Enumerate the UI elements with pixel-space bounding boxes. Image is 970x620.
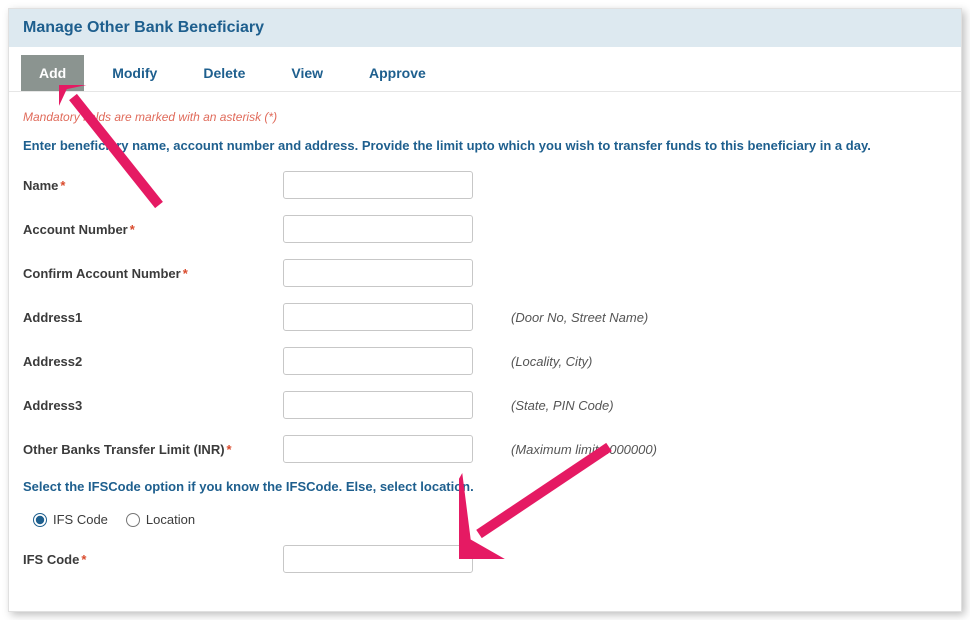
input-address3[interactable] (283, 391, 473, 419)
label-address1: Address1 (23, 310, 283, 325)
input-account[interactable] (283, 215, 473, 243)
page-title: Manage Other Bank Beneficiary (23, 19, 947, 37)
hint-address1: (Door No, Street Name) (511, 310, 648, 325)
hint-address2: (Locality, City) (511, 354, 592, 369)
row-account: Account Number* (23, 215, 947, 243)
label-address3: Address3 (23, 398, 283, 413)
radio-location-label: Location (146, 512, 195, 527)
form-content: Mandatory fields are marked with an aste… (9, 92, 961, 611)
mandatory-note: Mandatory fields are marked with an aste… (23, 110, 947, 124)
input-address2[interactable] (283, 347, 473, 375)
input-confirm-account[interactable] (283, 259, 473, 287)
tab-approve[interactable]: Approve (351, 55, 444, 91)
hint-limit: (Maximum limit:1000000) (511, 442, 657, 457)
required-mark: * (60, 178, 65, 193)
row-limit: Other Banks Transfer Limit (INR)* (Maxim… (23, 435, 947, 463)
tab-view[interactable]: View (273, 55, 341, 91)
row-address2: Address2 (Locality, City) (23, 347, 947, 375)
radio-ifs-code-input[interactable] (33, 513, 47, 527)
label-ifs-code: IFS Code* (23, 552, 283, 567)
instruction-text: Enter beneficiary name, account number a… (23, 138, 947, 153)
input-name[interactable] (283, 171, 473, 199)
required-mark: * (183, 266, 188, 281)
input-limit[interactable] (283, 435, 473, 463)
required-mark: * (227, 442, 232, 457)
radio-ifs-code-label: IFS Code (53, 512, 108, 527)
radio-group-ifsc: IFS Code Location (33, 512, 947, 527)
label-limit-text: Other Banks Transfer Limit (INR) (23, 442, 225, 457)
header-bar: Manage Other Bank Beneficiary (9, 9, 961, 47)
tab-bar: Add Modify Delete View Approve (9, 47, 961, 92)
tab-delete[interactable]: Delete (185, 55, 263, 91)
label-account: Account Number* (23, 222, 283, 237)
row-ifs-code: IFS Code* (23, 545, 947, 573)
label-confirm-text: Confirm Account Number (23, 266, 181, 281)
ifsc-instruction: Select the IFSCode option if you know th… (23, 479, 947, 494)
radio-ifs-code[interactable]: IFS Code (33, 512, 108, 527)
row-confirm-account: Confirm Account Number* (23, 259, 947, 287)
tab-add[interactable]: Add (21, 55, 84, 91)
label-address2: Address2 (23, 354, 283, 369)
hint-address3: (State, PIN Code) (511, 398, 614, 413)
page-container: Manage Other Bank Beneficiary Add Modify… (8, 8, 962, 612)
row-address1: Address1 (Door No, Street Name) (23, 303, 947, 331)
tab-modify[interactable]: Modify (94, 55, 175, 91)
radio-location[interactable]: Location (126, 512, 195, 527)
label-name-text: Name (23, 178, 58, 193)
input-ifs-code[interactable] (283, 545, 473, 573)
label-ifs-code-text: IFS Code (23, 552, 79, 567)
label-name: Name* (23, 178, 283, 193)
label-confirm-account: Confirm Account Number* (23, 266, 283, 281)
radio-location-input[interactable] (126, 513, 140, 527)
label-account-text: Account Number (23, 222, 128, 237)
row-name: Name* (23, 171, 947, 199)
label-limit: Other Banks Transfer Limit (INR)* (23, 442, 283, 457)
row-address3: Address3 (State, PIN Code) (23, 391, 947, 419)
required-mark: * (81, 552, 86, 567)
required-mark: * (130, 222, 135, 237)
input-address1[interactable] (283, 303, 473, 331)
